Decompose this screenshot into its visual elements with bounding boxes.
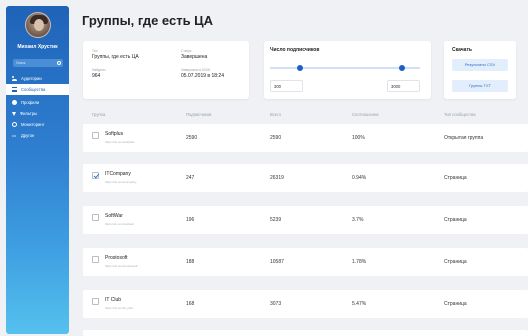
total-cell: 10587 xyxy=(270,259,284,265)
eye-icon xyxy=(12,122,17,127)
min-subscribers-input[interactable]: 300 xyxy=(270,80,303,92)
table-row[interactable]: IT Club https://vk.com/it_club 168 3073 … xyxy=(83,290,528,318)
row-checkbox[interactable] xyxy=(92,172,99,179)
search-icon xyxy=(57,60,61,65)
person-icon xyxy=(12,100,17,105)
dots-icon: ••• xyxy=(12,133,17,138)
table-row[interactable]: Softplus https://vk.com/softplus 2590 25… xyxy=(83,124,528,152)
download-card: Скачать Результаты CSV Группы TXT xyxy=(444,41,516,99)
group-url[interactable]: https://vk.com/company xyxy=(105,180,137,184)
group-url[interactable]: https://vk.com/softwar xyxy=(105,222,134,226)
group-name[interactable]: Prostosoft xyxy=(105,255,128,261)
sidebar-item-label: Фильтры xyxy=(20,111,38,116)
col-header-group[interactable]: Группа xyxy=(92,112,105,117)
total-cell: 26319 xyxy=(270,175,284,181)
sidebar-item-label: Профили xyxy=(21,100,40,105)
slider-max-handle[interactable] xyxy=(399,64,405,71)
subscribers-cell: 247 xyxy=(186,175,195,181)
search-placeholder: Поиск xyxy=(16,61,26,65)
sidebar-item-label: Мониторинг xyxy=(21,122,45,127)
group-name[interactable]: Softplus xyxy=(105,131,123,137)
page-title: Группы, где есть ЦА xyxy=(82,13,214,28)
subscribers-title: Число подписчиков xyxy=(270,47,320,53)
subscribers-filter-card: Число подписчиков 300 3000 xyxy=(264,41,431,99)
ratio-cell: 1.78% xyxy=(352,259,367,265)
download-title: Скачать xyxy=(452,47,472,53)
group-url[interactable]: https://vk.com/prostosoft xyxy=(105,264,138,268)
total-cell: 2590 xyxy=(270,135,282,141)
sidebar-item-audiences[interactable]: Аудитории xyxy=(6,73,69,84)
row-checkbox[interactable] xyxy=(92,298,99,305)
sidebar-search-input[interactable]: Поиск xyxy=(13,59,63,67)
sidebar-item-label: Сообщества xyxy=(21,87,46,92)
task-info-card: Тип Группы, где есть ЦА Статус Завершена… xyxy=(83,41,249,99)
user-name: Михаил Хрустик xyxy=(17,44,58,50)
table-row[interactable]: ITCompany https://vk.com/company 247 263… xyxy=(83,164,528,192)
row-checkbox[interactable] xyxy=(92,214,99,221)
table-row-partial xyxy=(83,330,528,336)
sidebar-item-other[interactable]: ••• Другое xyxy=(6,130,69,141)
sidebar-item-profiles[interactable]: Профили xyxy=(6,97,69,108)
date-value: 05.07.2019 в 18:24 xyxy=(181,73,224,79)
col-header-ratio[interactable]: Соотношение xyxy=(352,112,379,117)
name-value: Группы, где есть ЦА xyxy=(92,54,139,60)
table-row[interactable]: Prostosoft https://vk.com/prostosoft 188… xyxy=(83,248,528,276)
row-checkbox[interactable] xyxy=(92,132,99,139)
group-name[interactable]: SoftWar xyxy=(105,213,123,219)
ratio-cell: 0.94% xyxy=(352,175,367,181)
name-label: Тип xyxy=(92,49,98,53)
type-cell: Страница xyxy=(444,175,467,181)
subscribers-slider[interactable] xyxy=(270,64,420,71)
sidebar-item-communities[interactable]: Сообщества xyxy=(6,84,69,95)
status-value: Завершена xyxy=(181,54,208,60)
filter-icon xyxy=(12,111,16,116)
type-cell: Страница xyxy=(444,217,467,223)
group-url[interactable]: https://vk.com/it_club xyxy=(105,306,133,310)
type-cell: Страница xyxy=(444,259,467,265)
col-header-total[interactable]: Всего xyxy=(270,112,281,117)
subscribers-cell: 2590 xyxy=(186,135,198,141)
group-name[interactable]: IT Club xyxy=(105,297,121,303)
sidebar-item-monitoring[interactable]: Мониторинг xyxy=(6,119,69,130)
sidebar-item-label: Другое xyxy=(21,133,35,138)
count-label: Найдено xyxy=(92,68,106,72)
download-txt-button[interactable]: Группы TXT xyxy=(452,80,508,92)
col-header-subscribers[interactable]: Подписчиков xyxy=(186,112,211,117)
group-url[interactable]: https://vk.com/softplus xyxy=(105,140,135,144)
total-cell: 5239 xyxy=(270,217,282,223)
ratio-cell: 3.7% xyxy=(352,217,364,223)
group-name[interactable]: ITCompany xyxy=(105,171,131,177)
sidebar-item-label: Аудитории xyxy=(21,76,42,81)
download-csv-button[interactable]: Результаты CSV xyxy=(452,59,508,71)
avatar[interactable] xyxy=(25,12,51,38)
status-label: Статус xyxy=(181,49,192,53)
total-cell: 3073 xyxy=(270,301,282,307)
max-subscribers-input[interactable]: 3000 xyxy=(387,80,420,92)
date-label: Завершено в 00:00 xyxy=(181,68,211,72)
table-row[interactable]: SoftWar https://vk.com/softwar 196 5239 … xyxy=(83,206,528,234)
count-value: 964 xyxy=(92,73,101,79)
subscribers-cell: 168 xyxy=(186,301,195,307)
ratio-cell: 5.47% xyxy=(352,301,367,307)
sidebar: Михаил Хрустик Поиск Аудитории Сообществ… xyxy=(6,6,69,334)
slider-min-handle[interactable] xyxy=(297,64,303,71)
type-cell: Страница xyxy=(444,301,467,307)
row-checkbox[interactable] xyxy=(92,256,99,263)
sidebar-item-filters[interactable]: Фильтры xyxy=(6,108,69,119)
subscribers-cell: 188 xyxy=(186,259,195,265)
ratio-cell: 100% xyxy=(352,135,365,141)
users-icon xyxy=(12,76,17,81)
col-header-type[interactable]: Тип сообщества xyxy=(444,112,476,117)
subscribers-cell: 196 xyxy=(186,217,195,223)
list-icon xyxy=(12,87,17,92)
type-cell: Открытая группа xyxy=(444,135,484,141)
